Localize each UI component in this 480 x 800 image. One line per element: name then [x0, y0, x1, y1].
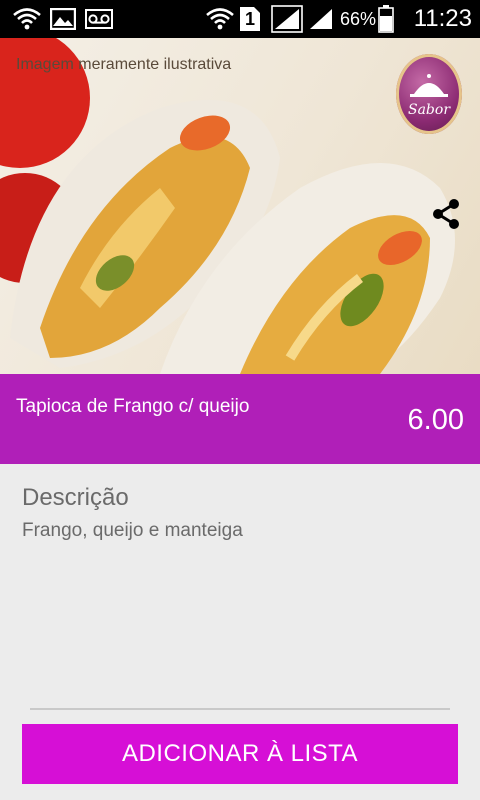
product-name: Tapioca de Frango c/ queijo [16, 396, 250, 417]
status-bar: 1 66% 11:23 [0, 0, 480, 38]
product-image: Imagem meramente ilustrativa Sabor [0, 38, 480, 374]
signal-icon [270, 0, 304, 38]
add-to-list-button[interactable]: ADICIONAR À LISTA [22, 724, 458, 784]
description-heading: Descrição [22, 484, 129, 511]
battery-percent: 66% [340, 9, 377, 29]
divider [30, 708, 450, 710]
sim-1-icon: 1 [238, 0, 262, 38]
product-title-bar: Tapioca de Frango c/ queijo 6.00 [0, 374, 480, 464]
battery-icon [376, 0, 396, 38]
description-text: Frango, queijo e manteiga [22, 520, 243, 541]
share-icon [433, 199, 459, 229]
voicemail-icon [84, 0, 114, 38]
image-icon [48, 0, 78, 38]
sim-slot-number: 1 [240, 7, 260, 31]
logo-text: Sabor [407, 102, 451, 118]
clock: 11:23 [413, 5, 472, 32]
signal-icon [306, 0, 336, 38]
image-disclaimer: Imagem meramente ilustrativa [16, 56, 232, 73]
wifi-icon [204, 0, 236, 38]
product-price: 6.00 [407, 404, 464, 436]
brand-logo: Sabor [396, 54, 462, 134]
wifi-calling-icon [10, 0, 44, 38]
share-button[interactable] [428, 196, 464, 232]
cloche-icon [410, 74, 448, 97]
